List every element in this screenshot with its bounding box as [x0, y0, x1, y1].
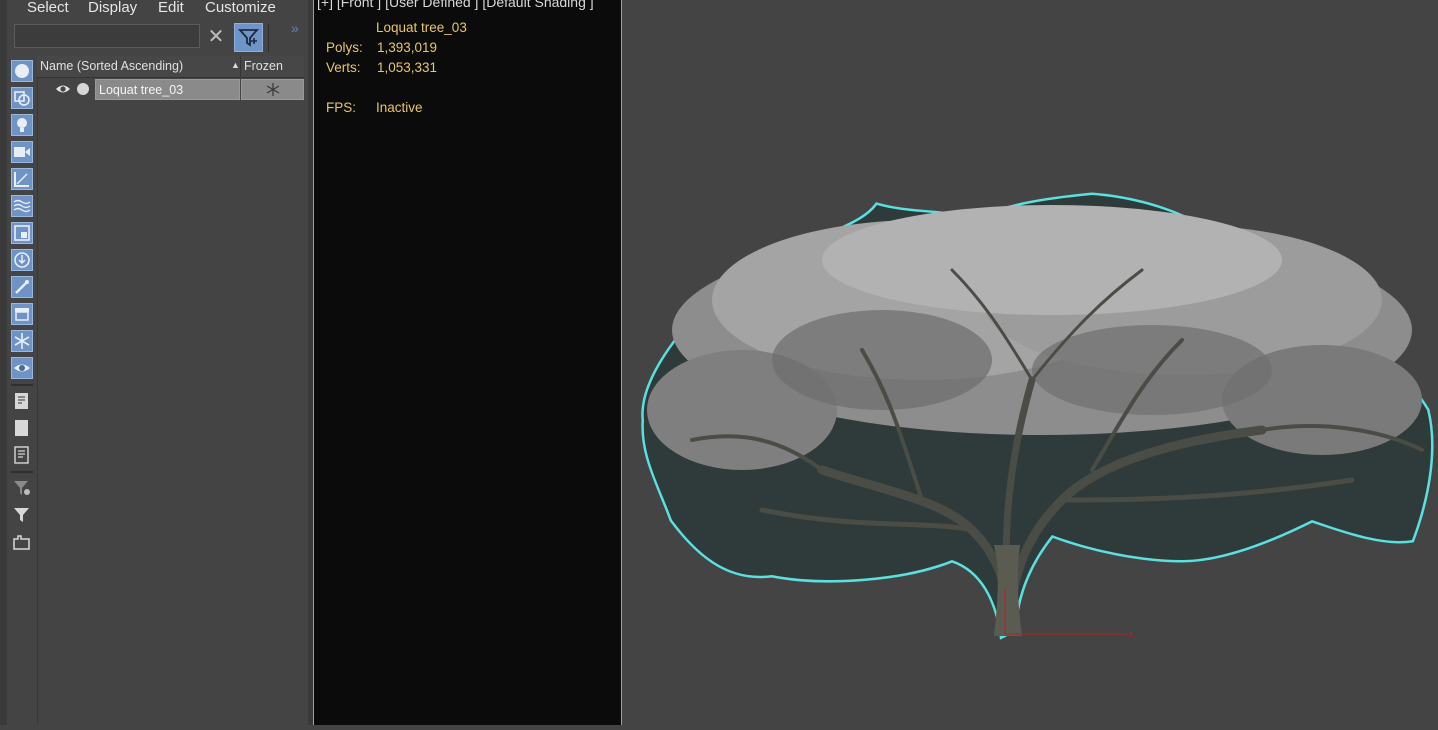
- row-frozen-cell[interactable]: [241, 79, 304, 100]
- toolbar-separator: [268, 24, 269, 52]
- menu-display[interactable]: Display: [88, 0, 137, 16]
- toolbar-separator: [11, 471, 33, 473]
- groups-filter-icon[interactable]: [11, 222, 33, 244]
- scene-tree: [37, 56, 305, 725]
- shapes-filter-icon[interactable]: [11, 87, 33, 109]
- object-name: Loquat tree_03: [99, 83, 184, 97]
- column-header: Name (Sorted Ascending) ▲ Frozen: [37, 56, 304, 78]
- tree-model[interactable]: x: [622, 0, 1438, 725]
- lights-filter-icon[interactable]: [11, 114, 33, 136]
- menu-bar: Select Display Edit Customize: [0, 0, 308, 18]
- axis-x-label: x: [1128, 628, 1134, 640]
- menu-customize[interactable]: Customize: [205, 0, 276, 16]
- helpers-filter-icon[interactable]: [11, 168, 33, 190]
- scene-explorer-panel: Select Display Edit Customize ✕ » Name (…: [0, 0, 308, 725]
- eye-icon[interactable]: [11, 357, 33, 379]
- stats-fps-label: FPS:: [326, 100, 357, 115]
- viewport-label[interactable]: [+] [Front ] [User Defined ] [Default Sh…: [317, 0, 594, 10]
- close-icon[interactable]: ✕: [206, 27, 226, 47]
- blank-page-icon[interactable]: [11, 417, 33, 439]
- snowflake-icon[interactable]: [11, 330, 33, 352]
- camera-filter-icon[interactable]: [11, 141, 33, 163]
- column-frozen-header[interactable]: Frozen: [244, 59, 283, 73]
- toolbar-separator: [11, 384, 33, 386]
- stats-object-name: Loquat tree_03: [376, 20, 467, 35]
- geometry-filter-icon[interactable]: [11, 60, 33, 82]
- eye-icon[interactable]: [55, 82, 71, 96]
- row-name-cell[interactable]: Loquat tree_03: [95, 79, 240, 100]
- column-divider[interactable]: [240, 56, 241, 77]
- stats-polys-label: Polys:: [326, 40, 363, 55]
- list-page-icon[interactable]: [11, 444, 33, 466]
- viewport-perspective[interactable]: x: [622, 0, 1438, 725]
- sort-ascending-icon[interactable]: ▲: [231, 60, 240, 70]
- containers-filter-icon[interactable]: [11, 303, 33, 325]
- stats-fps-value: Inactive: [376, 100, 423, 115]
- stats-verts-label: Verts:: [326, 60, 361, 75]
- filter-toolbar: [7, 56, 37, 725]
- filter-settings-icon[interactable]: [11, 477, 33, 499]
- stats-polys-value: 1,393,019: [377, 40, 438, 55]
- document-icon[interactable]: [11, 390, 33, 412]
- search-input[interactable]: [14, 24, 200, 48]
- menu-edit[interactable]: Edit: [158, 0, 184, 16]
- layers-icon[interactable]: [11, 531, 33, 553]
- double-chevron-right-icon[interactable]: »: [291, 20, 299, 36]
- spacewarps-filter-icon[interactable]: [11, 195, 33, 217]
- menu-select[interactable]: Select: [27, 0, 69, 16]
- table-row[interactable]: Loquat tree_03: [37, 78, 304, 101]
- geometry-object-icon: [77, 83, 89, 95]
- panel-edge: [0, 0, 7, 725]
- funnel-icon[interactable]: [11, 504, 33, 526]
- snowflake-icon: [266, 83, 280, 96]
- stats-verts-value: 1,053,331: [377, 60, 438, 75]
- xref-filter-icon[interactable]: [11, 249, 33, 271]
- column-name-header[interactable]: Name (Sorted Ascending): [40, 59, 183, 73]
- bones-filter-icon[interactable]: [11, 276, 33, 298]
- viewport-front[interactable]: [+] [Front ] [User Defined ] [Default Sh…: [313, 0, 622, 725]
- filter-icon[interactable]: [234, 23, 263, 52]
